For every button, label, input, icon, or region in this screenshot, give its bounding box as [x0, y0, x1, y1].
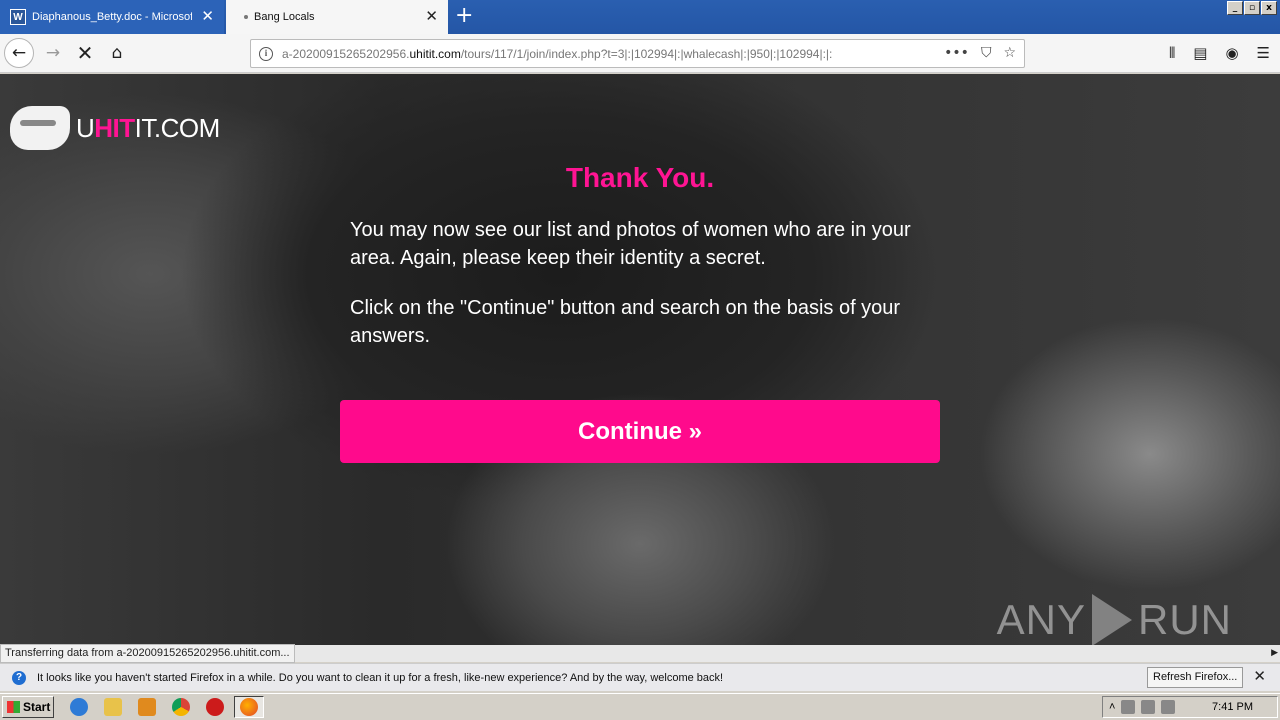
media-player-icon[interactable]	[138, 698, 156, 716]
watermark-left: ANY	[996, 596, 1086, 643]
notification-bar: ? It looks like you haven't started Fire…	[0, 663, 1280, 691]
clock[interactable]: 7:41 PM	[1212, 701, 1253, 713]
url-prefix: a-20200915265202956.	[282, 46, 410, 61]
volume-icon[interactable]	[1121, 700, 1136, 714]
horizontal-scrollbar[interactable]: ▶	[292, 645, 1280, 662]
status-text: Transferring data from a-202009152652029…	[0, 644, 295, 663]
network-icon[interactable]	[1141, 700, 1156, 714]
notification-message: It looks like you haven't started Firefo…	[37, 671, 724, 684]
page-actions-icon[interactable]: •••	[944, 45, 969, 61]
account-icon[interactable]: ◉	[1225, 44, 1238, 62]
internet-explorer-icon[interactable]	[70, 698, 88, 716]
forward-button[interactable]: →	[38, 38, 68, 68]
stop-loading-button[interactable]: ✕	[70, 38, 100, 68]
opera-icon[interactable]	[206, 698, 224, 716]
tab-word-document[interactable]: W Diaphanous_Betty.doc - Microsoft Word …	[0, 0, 224, 34]
restore-button[interactable]: ▫	[1244, 1, 1260, 15]
logo-hit: HIT	[94, 112, 135, 143]
sidebar-icon[interactable]: ▤	[1193, 44, 1207, 62]
home-button[interactable]: ⌂	[102, 38, 132, 68]
close-tab-icon[interactable]: ✕	[425, 9, 438, 24]
url-actions: ••• ⛉ ☆	[944, 45, 1016, 61]
refresh-firefox-button[interactable]: Refresh Firefox...	[1147, 667, 1244, 688]
url-domain: uhitit.com	[409, 46, 461, 61]
site-info-icon[interactable]: i	[259, 46, 273, 61]
url-text[interactable]: a-20200915265202956.uhitit.com/tours/117…	[282, 47, 922, 61]
loading-dot-icon	[244, 15, 248, 19]
library-icon[interactable]: ⫴	[1169, 44, 1175, 62]
toolbar-icons: ⫴ ▤ ◉ ☰	[1169, 44, 1270, 62]
system-tray: ˄ 7:41 PM	[1102, 696, 1278, 718]
tab-strip: W Diaphanous_Betty.doc - Microsoft Word …	[0, 0, 1280, 34]
url-path: /tours/117/1/join/index.php?t=3|:|102994…	[460, 46, 833, 61]
start-label: Start	[23, 700, 51, 714]
close-tab-icon[interactable]: ✕	[201, 9, 214, 24]
menu-icon[interactable]: ☰	[1257, 44, 1270, 62]
taskbar: Start ˄ 7:41 PM	[0, 693, 1280, 720]
anyrun-watermark: ANY RUN	[997, 594, 1232, 646]
navigation-bar: ← → ✕ ⌂ i a-20200915265202956.uhitit.com…	[0, 34, 1280, 73]
continue-button[interactable]: Continue »	[340, 400, 940, 463]
tab-label: Diaphanous_Betty.doc - Microsoft Word	[32, 11, 192, 23]
info-paragraph-1: You may now see our list and photos of w…	[350, 219, 911, 269]
taskbar-firefox-button[interactable]	[234, 696, 264, 718]
site-logo[interactable]: UHITIT.COM	[10, 106, 220, 150]
word-icon: W	[10, 9, 26, 25]
page-content: UHITIT.COM Thank You. You may now see ou…	[0, 74, 1280, 646]
back-button[interactable]: ←	[4, 38, 34, 68]
scroll-right-icon[interactable]: ▶	[1271, 648, 1278, 658]
start-button[interactable]: Start	[2, 696, 54, 718]
window-controls: _ ▫ x	[1227, 1, 1277, 15]
logo-rest: IT.COM	[134, 112, 221, 143]
close-window-button[interactable]: x	[1261, 1, 1277, 15]
watermark-right: RUN	[1138, 596, 1232, 643]
new-tab-button[interactable]: +	[455, 5, 473, 27]
thank-you-heading: Thank You.	[565, 162, 715, 193]
logo-u: U	[76, 112, 95, 143]
pocket-icon[interactable]: ⛉	[981, 45, 992, 61]
action-center-flag-icon[interactable]	[1161, 700, 1176, 714]
info-paragraph-2: Click on the "Continue" button and searc…	[350, 297, 901, 347]
minimize-button[interactable]: _	[1227, 1, 1243, 15]
firefox-icon	[240, 698, 258, 716]
tab-label: Bang Locals	[254, 11, 315, 23]
windows-flag-icon	[7, 701, 20, 713]
tab-bang-locals[interactable]: Bang Locals ✕	[226, 0, 448, 34]
tray-expand-icon[interactable]: ˄	[1109, 701, 1115, 713]
folder-icon[interactable]	[104, 698, 122, 716]
bookmark-star-icon[interactable]: ☆	[1003, 45, 1016, 61]
url-bar[interactable]: i a-20200915265202956.uhitit.com/tours/1…	[250, 39, 1025, 68]
pointing-hand-icon	[10, 106, 70, 150]
help-icon: ?	[12, 670, 26, 685]
play-icon	[1092, 594, 1132, 646]
close-notification-icon[interactable]: ✕	[1253, 669, 1266, 684]
chrome-icon[interactable]	[172, 698, 190, 716]
logo-text: UHITIT.COM	[76, 113, 220, 144]
